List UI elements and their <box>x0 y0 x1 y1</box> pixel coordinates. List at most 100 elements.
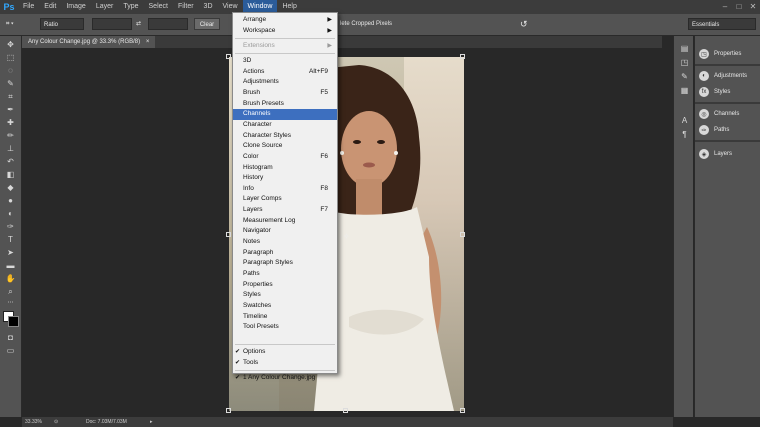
healing-brush-tool-icon[interactable]: ✚ <box>4 118 17 127</box>
menu-item-paragraph[interactable]: Paragraph <box>233 248 337 259</box>
menu-item-navigator[interactable]: Navigator <box>233 226 337 237</box>
menu-item-arrange[interactable]: Arrange ▶ <box>233 15 337 26</box>
menu-image[interactable]: Image <box>61 0 90 14</box>
menu-item-brush-presets[interactable]: Brush Presets <box>233 99 337 110</box>
status-menu-arrow-icon[interactable]: ▸ <box>150 417 153 427</box>
panel-styles[interactable]: fx Styles <box>699 86 730 98</box>
menu-edit[interactable]: Edit <box>39 0 61 14</box>
history-brush-tool-icon[interactable]: ↶ <box>4 157 17 166</box>
blur-tool-icon[interactable]: ● <box>4 196 17 205</box>
status-export-icon[interactable]: ⊙ <box>54 417 58 427</box>
panel-properties[interactable]: ◳ Properties <box>699 48 741 60</box>
crop-handle-left[interactable] <box>226 232 231 237</box>
properties-panel-icon[interactable]: ◳ <box>678 58 691 67</box>
move-tool-icon[interactable]: ✥ <box>4 40 17 49</box>
eraser-tool-icon[interactable]: ◧ <box>4 170 17 179</box>
zoom-tool-icon[interactable]: ⌕ <box>4 287 17 296</box>
menu-item-swatches[interactable]: Swatches <box>233 301 337 312</box>
width-field[interactable] <box>92 18 132 30</box>
clone-stamp-tool-icon[interactable]: ⊥ <box>4 144 17 153</box>
minimize-icon[interactable]: – <box>718 0 732 12</box>
panel-channels[interactable]: ◎ Channels <box>699 108 739 120</box>
crop-handle-bottom[interactable] <box>343 408 348 413</box>
menu-item-actions[interactable]: Actions Alt+F9 <box>233 67 337 78</box>
menu-item-measurement-log[interactable]: Measurement Log <box>233 216 337 227</box>
paragraph-panel-icon[interactable]: ¶ <box>678 130 691 139</box>
workspace-select[interactable]: Essentials <box>688 18 756 30</box>
menu-item-paths[interactable]: Paths <box>233 269 337 280</box>
layers-icon: ◈ <box>699 149 709 159</box>
menu-type[interactable]: Type <box>118 0 143 14</box>
hand-tool-icon[interactable]: ✋ <box>4 274 17 283</box>
swatch-panel-icon[interactable]: ▦ <box>678 86 691 95</box>
menu-item-tools[interactable]: ✔ Tools <box>233 358 337 369</box>
panel-paths[interactable]: ✑ Paths <box>699 124 729 136</box>
menu-item-workspace[interactable]: Workspace ▶ <box>233 26 337 37</box>
marquee-tool-icon[interactable]: ⬚ <box>4 53 17 62</box>
character-panel-icon[interactable]: A <box>678 116 691 125</box>
delete-cropped-pixels-label[interactable]: lete Cropped Pixels <box>340 18 420 30</box>
menu-item-brush[interactable]: Brush F5 <box>233 88 337 99</box>
lasso-tool-icon[interactable]: ◌ <box>4 66 17 75</box>
zoom-level[interactable]: 33.33% <box>25 417 42 427</box>
dodge-tool-icon[interactable]: ◐ <box>4 209 17 218</box>
ratio-select[interactable]: Ratio <box>40 18 84 30</box>
menu-file[interactable]: File <box>18 0 39 14</box>
path-selection-tool-icon[interactable]: ➤ <box>4 248 17 257</box>
eyedropper-tool-icon[interactable]: ✒ <box>4 105 17 114</box>
shape-tool-icon[interactable]: ▬ <box>4 261 17 270</box>
panel-adjustments[interactable]: ◐ Adjustments <box>699 70 747 82</box>
menu-item-timeline[interactable]: Timeline <box>233 312 337 323</box>
menu-layer[interactable]: Layer <box>91 0 119 14</box>
crop-tool-icon[interactable]: ⌗ ▾ <box>6 18 36 30</box>
quick-mask-icon[interactable]: ◘ <box>4 333 17 342</box>
menu-item-layer-comps[interactable]: Layer Comps <box>233 194 337 205</box>
menu-item-info[interactable]: Info F8 <box>233 184 337 195</box>
background-color-swatch[interactable] <box>8 316 19 327</box>
menu-item-tool-presets[interactable]: Tool Presets <box>233 322 337 333</box>
history-panel-icon[interactable]: ▤ <box>678 44 691 53</box>
menu-item-history[interactable]: History <box>233 173 337 184</box>
menu-item-character[interactable]: Character <box>233 120 337 131</box>
crop-handle-top-right[interactable] <box>460 54 465 59</box>
menu-item-options[interactable]: ✔ Options <box>233 347 337 358</box>
menu-filter[interactable]: Filter <box>173 0 199 14</box>
reset-icon[interactable]: ↺ <box>520 18 530 30</box>
panel-layers[interactable]: ◈ Layers <box>699 148 732 160</box>
close-icon[interactable]: ✕ <box>746 0 760 12</box>
crop-handle-bottom-left[interactable] <box>226 408 231 413</box>
pen-tool-icon[interactable]: ✑ <box>4 222 17 231</box>
menu-item-clone-source[interactable]: Clone Source <box>233 141 337 152</box>
brush-panel-icon[interactable]: ✎ <box>678 72 691 81</box>
menu-item-adjustments[interactable]: Adjustments <box>233 77 337 88</box>
type-tool-icon[interactable]: T <box>4 235 17 244</box>
menu-item-channels[interactable]: Channels <box>233 109 337 120</box>
clear-button[interactable]: Clear <box>194 18 220 30</box>
menu-item-styles[interactable]: Styles <box>233 290 337 301</box>
menu-3d[interactable]: 3D <box>199 0 218 14</box>
menu-item-layers[interactable]: Layers F7 <box>233 205 337 216</box>
crop-tool-icon[interactable]: ⌗ <box>4 92 17 101</box>
menu-item-notes[interactable]: Notes <box>233 237 337 248</box>
maximize-icon[interactable]: □ <box>732 0 746 12</box>
menu-item-properties[interactable]: Properties <box>233 280 337 291</box>
menu-item-character-styles[interactable]: Character Styles <box>233 131 337 142</box>
more-tools-icon[interactable]: ⋯ <box>4 298 17 307</box>
menu-item-paragraph-styles[interactable]: Paragraph Styles <box>233 258 337 269</box>
height-field[interactable] <box>148 18 188 30</box>
document-tab[interactable]: Any Colour Change.jpg @ 33.3% (RGB/8) × <box>22 36 156 48</box>
crop-handle-bottom-right[interactable] <box>460 408 465 413</box>
menu-item-open-document[interactable]: ✔ 1 Any Colour Change.jpg <box>233 373 337 384</box>
quick-select-tool-icon[interactable]: ✎ <box>4 79 17 88</box>
crop-handle-top-left[interactable] <box>226 54 231 59</box>
crop-handle-right[interactable] <box>460 232 465 237</box>
menu-select[interactable]: Select <box>144 0 173 14</box>
menu-item-histogram[interactable]: Histogram <box>233 163 337 174</box>
paint-bucket-tool-icon[interactable]: ◆ <box>4 183 17 192</box>
swap-icon[interactable]: ⇄ <box>136 18 144 30</box>
screen-mode-icon[interactable]: ▭ <box>4 346 17 355</box>
close-tab-icon[interactable]: × <box>146 39 150 45</box>
brush-tool-icon[interactable]: ✏ <box>4 131 17 140</box>
menu-item-color[interactable]: Color F6 <box>233 152 337 163</box>
menu-item-3d[interactable]: 3D <box>233 56 337 67</box>
